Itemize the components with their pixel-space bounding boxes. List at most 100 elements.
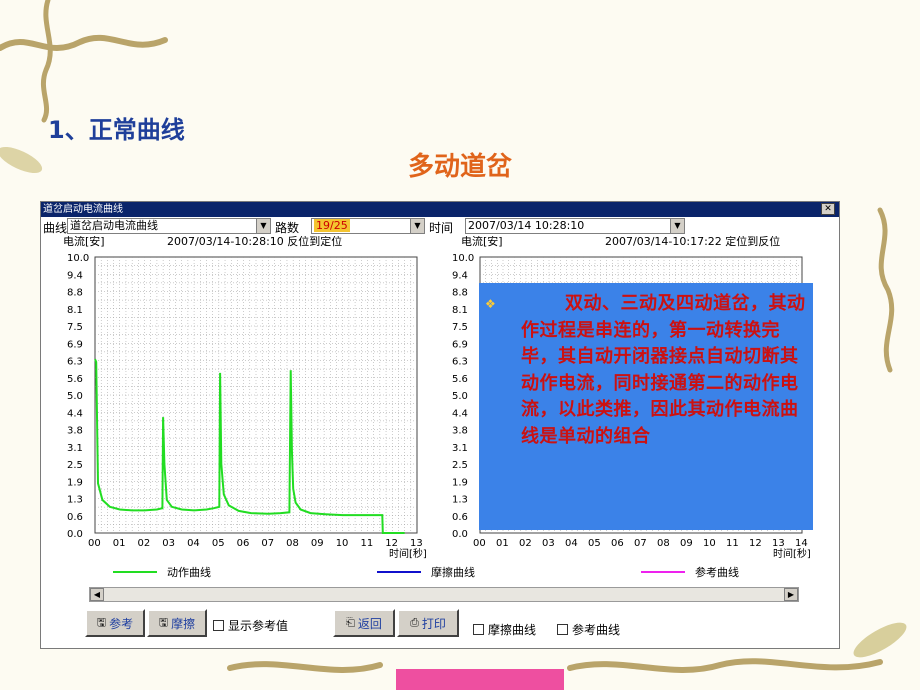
print-button[interactable]: ⎙ 打印: [397, 609, 459, 637]
y-tick-label: 0.6: [67, 512, 83, 523]
y-tick-label: 5.6: [67, 374, 83, 385]
y-tick-label: 0.0: [452, 529, 468, 540]
x-tick-label: 12: [385, 538, 398, 549]
x-tick-label: 10: [703, 538, 716, 549]
x-tick-label: 04: [187, 538, 200, 549]
x-tick-label: 01: [496, 538, 509, 549]
x-tick-label: 11: [360, 538, 373, 549]
back-button-label: 返回: [357, 616, 382, 631]
left-plot-info: 2007/03/14-10:28:10 反位到定位: [167, 236, 342, 248]
explanation-callout: ❖ 双动、三动及四动道岔，其动作过程是串连的，第一动转换完毕，其自动开闭器接点自…: [479, 283, 813, 530]
y-tick-label: 5.0: [452, 391, 468, 402]
y-tick-label: 10.0: [67, 253, 89, 264]
y-tick-label: 6.9: [67, 339, 83, 350]
y-tick-label: 5.6: [452, 374, 468, 385]
save-icon: 🖫: [96, 615, 107, 629]
left-plot-unit-label: 电流[安]: [63, 236, 105, 248]
checkbox-box[interactable]: [557, 624, 568, 635]
x-tick-label: 06: [611, 538, 624, 549]
scroll-left-icon[interactable]: ◀: [90, 588, 104, 601]
x-tick-label: 08: [657, 538, 670, 549]
y-tick-label: 4.4: [67, 408, 83, 419]
legend: 动作曲线 摩擦曲线 参考曲线: [41, 564, 839, 580]
legend-item-action: 动作曲线: [113, 564, 211, 580]
y-tick-label: 1.3: [67, 495, 83, 506]
window-titlebar[interactable]: 道岔启动电流曲线 ✕: [41, 202, 839, 217]
x-tick-label: 03: [162, 538, 175, 549]
show-ref-label: 显示参考值: [228, 619, 289, 633]
y-tick-label: 8.8: [67, 288, 83, 299]
y-tick-label: 2.5: [67, 460, 83, 471]
y-tick-label: 6.3: [67, 357, 83, 368]
time-select[interactable]: 2007/03/14 10:28:10 ▼: [465, 218, 685, 234]
show-ref-checkbox[interactable]: 显示参考值: [213, 617, 288, 634]
y-tick-label: 4.4: [452, 408, 468, 419]
legend-item-friction: 摩擦曲线: [377, 564, 475, 580]
reference-button[interactable]: 🖫 参考: [85, 609, 145, 637]
close-button[interactable]: ✕: [821, 203, 835, 215]
scroll-right-icon[interactable]: ▶: [784, 588, 798, 601]
y-tick-label: 7.5: [67, 322, 83, 333]
friction-curve-label: 摩擦曲线: [488, 623, 537, 637]
horizontal-scrollbar[interactable]: ◀ ▶: [89, 587, 799, 602]
legend-swatch: [113, 571, 157, 573]
legend-item-reference: 参考曲线: [641, 564, 739, 580]
x-tick-label: 04: [565, 538, 578, 549]
ref-curve-label: 参考曲线: [572, 623, 621, 637]
chevron-down-icon[interactable]: ▼: [670, 219, 684, 233]
explanation-text: 双动、三动及四动道岔，其动作过程是串连的，第一动转换完毕，其自动开闭器接点自动切…: [521, 293, 806, 447]
x-tick-label: 01: [113, 538, 126, 549]
right-x-axis-label: 时间[秒]: [773, 547, 811, 560]
y-tick-label: 9.4: [67, 270, 83, 281]
printer-icon: ⎙: [410, 616, 419, 629]
route-select[interactable]: 19/25 ▼: [311, 218, 425, 234]
y-tick-label: 6.3: [452, 357, 468, 368]
y-tick-label: 0.0: [67, 529, 83, 540]
x-tick-label: 13: [772, 538, 785, 549]
legend-swatch: [377, 571, 421, 573]
y-tick-label: 3.1: [67, 443, 83, 454]
x-tick-label: 05: [212, 538, 225, 549]
y-tick-label: 8.1: [452, 305, 468, 316]
bottom-toolbar: 🖫 参考 🖫 摩擦 显示参考值 ⎗ 返回 ⎙ 打印 摩擦曲线 参考曲线: [85, 607, 825, 639]
reference-button-label: 参考: [109, 616, 134, 631]
ref-curve-checkbox[interactable]: 参考曲线: [557, 621, 620, 638]
y-tick-label: 10.0: [452, 253, 474, 264]
legend-label: 摩擦曲线: [431, 566, 475, 579]
left-x-axis-label: 时间[秒]: [389, 547, 427, 560]
x-tick-label: 09: [311, 538, 324, 549]
chevron-down-icon[interactable]: ▼: [410, 219, 424, 233]
chevron-down-icon[interactable]: ▼: [256, 219, 270, 233]
y-tick-label: 2.5: [452, 460, 468, 471]
friction-curve-checkbox[interactable]: 摩擦曲线: [473, 621, 536, 638]
legend-swatch: [641, 571, 685, 573]
y-tick-label: 3.8: [452, 426, 468, 437]
checkbox-box[interactable]: [473, 624, 484, 635]
slide-heading: 1、正常曲线: [48, 116, 185, 144]
x-tick-label: 07: [634, 538, 647, 549]
curve-select[interactable]: 道岔启动电流曲线 ▼: [67, 218, 271, 234]
checkbox-box[interactable]: [213, 620, 224, 631]
right-plot-info: 2007/03/14-10:17:22 定位到反位: [605, 236, 780, 248]
legend-label: 参考曲线: [695, 566, 739, 579]
x-tick-label: 09: [680, 538, 693, 549]
y-tick-label: 1.9: [452, 477, 468, 488]
y-tick-label: 1.9: [67, 477, 83, 488]
x-tick-label: 10: [336, 538, 349, 549]
window-title: 道岔启动电流曲线: [43, 204, 123, 215]
curve-select-value: 道岔启动电流曲线: [70, 219, 158, 232]
x-tick-label: 02: [519, 538, 532, 549]
friction-button-label: 摩擦: [171, 616, 196, 631]
x-tick-label: 14: [795, 538, 808, 549]
y-tick-label: 8.8: [452, 288, 468, 299]
x-tick-label: 13: [410, 538, 423, 549]
friction-button[interactable]: 🖫 摩擦: [147, 609, 207, 637]
y-tick-label: 0.6: [452, 512, 468, 523]
back-button[interactable]: ⎗ 返回: [333, 609, 395, 637]
y-tick-label: 9.4: [452, 270, 468, 281]
diamond-bullet-icon: ❖: [485, 297, 496, 311]
route-select-value: 19/25: [314, 219, 350, 232]
y-tick-label: 3.1: [452, 443, 468, 454]
x-tick-label: 05: [588, 538, 601, 549]
y-tick-label: 3.8: [67, 426, 83, 437]
